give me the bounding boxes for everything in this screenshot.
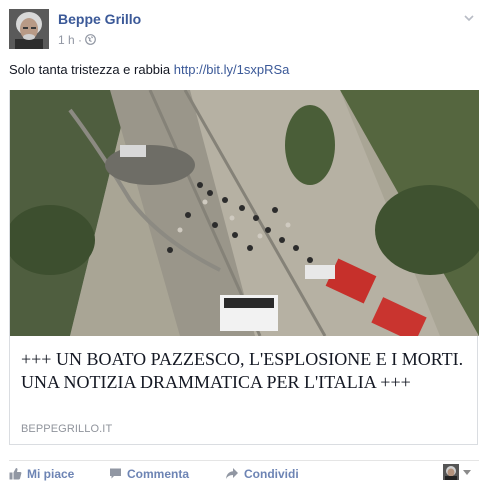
share-arrow-icon: [225, 467, 239, 483]
caret-down-icon[interactable]: [463, 470, 471, 475]
share-label: Condividi: [244, 467, 299, 481]
link-attachment[interactable]: +++ UN BOATO PAZZESCO, L'ESPLOSIONE E I …: [9, 90, 479, 445]
globe-icon[interactable]: [85, 34, 97, 48]
post-link[interactable]: http://bit.ly/1sxpRSa: [174, 62, 290, 77]
post-as-selector[interactable]: [443, 464, 473, 480]
author-name[interactable]: Beppe Grillo: [58, 11, 141, 27]
post-header: Beppe Grillo 1 h ·: [9, 9, 479, 49]
chevron-down-icon[interactable]: [463, 11, 475, 23]
thumbs-up-icon: [9, 467, 22, 483]
action-bar: Mi piace Commenta Condividi: [9, 460, 479, 484]
viewer-avatar: [443, 464, 459, 480]
message-text: Solo tanta tristezza e rabbia: [9, 62, 171, 77]
author-avatar[interactable]: [9, 9, 49, 49]
attachment-headline[interactable]: +++ UN BOATO PAZZESCO, L'ESPLOSIONE E I …: [21, 348, 471, 394]
post-meta: 1 h ·: [58, 33, 97, 48]
post-message: Solo tanta tristezza e rabbia http://bit…: [9, 62, 289, 77]
share-button[interactable]: Condividi: [225, 467, 299, 483]
comment-icon: [109, 467, 122, 483]
meta-separator: ·: [78, 33, 83, 47]
comment-label: Commenta: [127, 467, 190, 481]
like-button[interactable]: Mi piace: [9, 467, 74, 483]
attachment-domain: BEPPEGRILLO.IT: [21, 423, 113, 435]
timestamp[interactable]: 1 h: [58, 33, 75, 47]
attachment-photo[interactable]: [10, 90, 479, 336]
comment-button[interactable]: Commenta: [109, 467, 189, 483]
like-label: Mi piace: [27, 467, 75, 481]
